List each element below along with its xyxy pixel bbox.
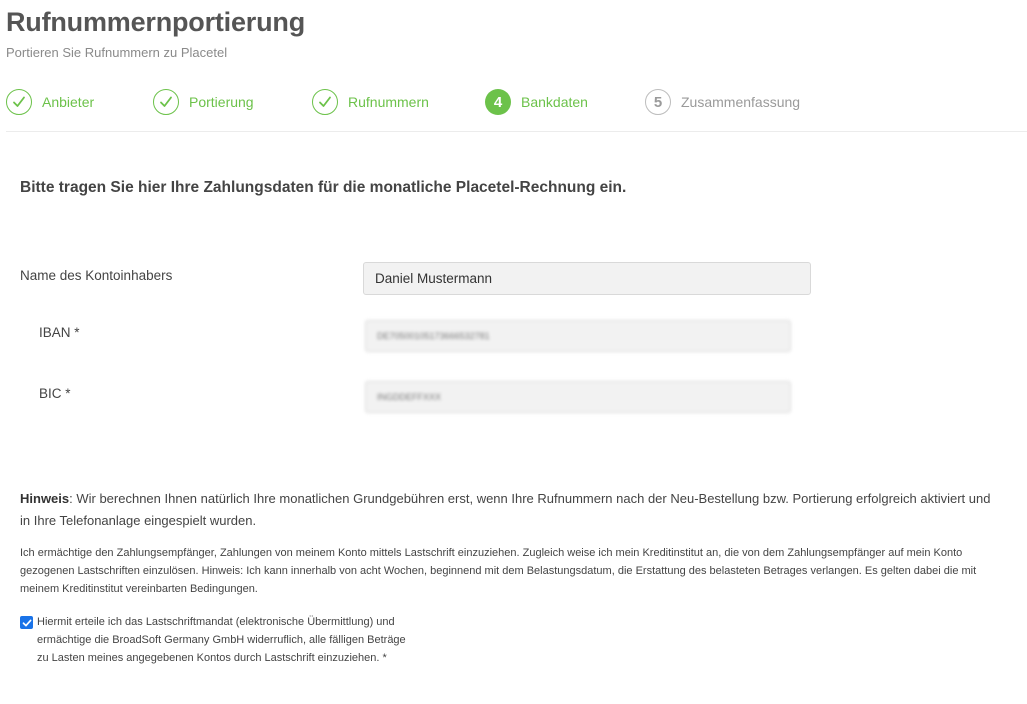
checkmark-icon bbox=[6, 89, 32, 115]
hint-body: : Wir berechnen Ihnen natürlich Ihre mon… bbox=[20, 491, 991, 528]
divider bbox=[6, 131, 1027, 132]
mandate-checkbox-row: Hiermit erteile ich das Lastschriftmanda… bbox=[20, 613, 407, 667]
step-label: Bankdaten bbox=[521, 94, 588, 110]
step-number: 5 bbox=[645, 89, 671, 115]
page-title: Rufnummernportierung bbox=[6, 7, 305, 37]
bic-input[interactable] bbox=[365, 381, 791, 413]
checkmark-icon bbox=[153, 89, 179, 115]
form-intro: Bitte tragen Sie hier Ihre Zahlungsdaten… bbox=[20, 179, 627, 196]
hint-text: Hinweis: Wir berechnen Ihnen natürlich I… bbox=[20, 488, 995, 532]
step-bankdaten[interactable]: 4 Bankdaten bbox=[485, 88, 588, 116]
bic-label: BIC * bbox=[39, 386, 71, 401]
step-label: Rufnummern bbox=[348, 94, 429, 110]
page-subtitle: Portieren Sie Rufnummern zu Placetel bbox=[6, 45, 228, 60]
step-zusammenfassung[interactable]: 5 Zusammenfassung bbox=[645, 88, 800, 116]
holder-label: Name des Kontoinhabers bbox=[20, 268, 173, 283]
step-anbieter[interactable]: Anbieter bbox=[6, 88, 94, 116]
iban-input[interactable] bbox=[365, 320, 791, 352]
checkmark-icon bbox=[22, 619, 31, 626]
wizard-steps: Anbieter Portierung Rufnummern 4 Bankdat… bbox=[6, 88, 1027, 118]
mandate-checkbox-label: Hiermit erteile ich das Lastschriftmanda… bbox=[37, 616, 406, 664]
mandate-checkbox[interactable] bbox=[20, 616, 33, 629]
step-portierung[interactable]: Portierung bbox=[153, 88, 254, 116]
step-label: Anbieter bbox=[42, 94, 95, 110]
checkmark-icon bbox=[312, 89, 338, 115]
step-rufnummern[interactable]: Rufnummern bbox=[312, 88, 429, 116]
iban-label: IBAN * bbox=[39, 325, 80, 340]
mandate-text: Ich ermächtige den Zahlungsempfänger, Za… bbox=[20, 547, 977, 595]
hint-bold: Hinweis bbox=[20, 491, 70, 506]
step-label: Zusammenfassung bbox=[681, 94, 801, 110]
step-number: 4 bbox=[485, 89, 511, 115]
account-holder-input[interactable] bbox=[363, 262, 811, 295]
step-label: Portierung bbox=[189, 94, 254, 110]
